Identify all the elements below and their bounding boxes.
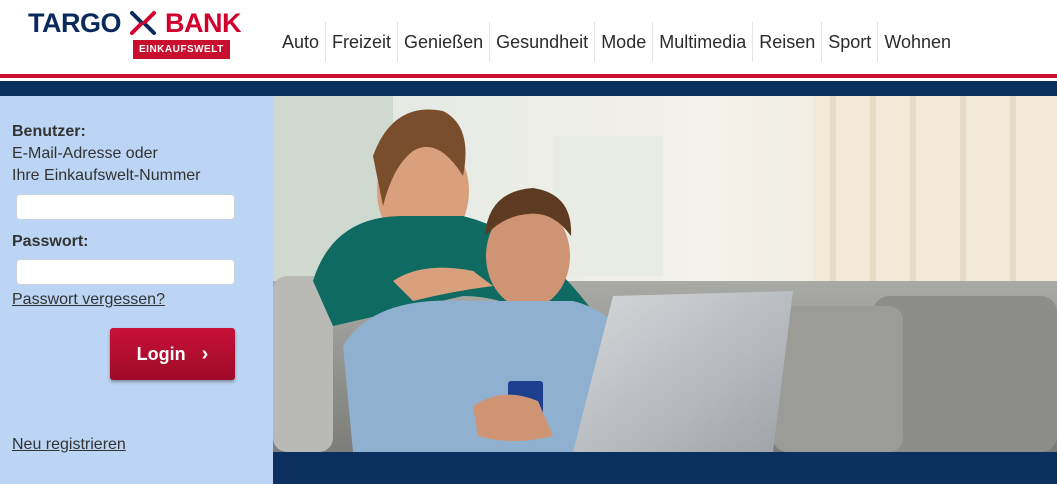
main-nav: Auto Freizeit Genießen Gesundheit Mode M… [276,22,957,62]
header: TARGO BANK EINKAUFSWELT Auto Freizeit Ge… [0,0,1057,74]
user-input[interactable] [16,194,235,220]
chevron-right-icon: › [201,342,209,365]
nav-item-wohnen[interactable]: Wohnen [877,22,957,62]
login-button[interactable]: Login › [110,328,235,380]
nav-item-freizeit[interactable]: Freizeit [325,22,397,62]
forgot-password-link[interactable]: Passwort vergessen? [12,291,165,309]
hero-image [273,96,1057,452]
nav-item-gesundheit[interactable]: Gesundheit [489,22,594,62]
nav-item-reisen[interactable]: Reisen [752,22,821,62]
logo-x-icon [130,11,157,35]
targo-bank-logo[interactable]: TARGO BANK EINKAUFSWELT [28,8,242,68]
header-navy-bar [0,81,1057,96]
nav-item-mode[interactable]: Mode [594,22,652,62]
login-panel: Benutzer: E-Mail-Adresse oder Ihre Einka… [0,96,273,484]
logo-word-targo: TARGO [28,8,122,38]
nav-item-sport[interactable]: Sport [821,22,877,62]
user-hint-line1: E-Mail-Adresse oder [12,145,158,162]
logo-wordmark: TARGO BANK [28,8,242,38]
logo-subtitle: EINKAUFSWELT [133,40,230,59]
password-label: Passwort: [12,233,89,250]
nav-item-multimedia[interactable]: Multimedia [652,22,752,62]
user-hint-line2: Ihre Einkaufswelt-Nummer [12,167,201,184]
nav-item-geniessen[interactable]: Genießen [397,22,489,62]
register-link[interactable]: Neu registrieren [12,436,126,454]
logo-word-bank: BANK [165,8,242,38]
nav-item-auto[interactable]: Auto [276,22,325,62]
password-input[interactable] [16,259,235,285]
login-button-label: Login [136,343,186,364]
user-label: Benutzer: [12,123,86,140]
hero-photo-illustration [273,96,1057,452]
hero-footer-bar [273,452,1057,484]
